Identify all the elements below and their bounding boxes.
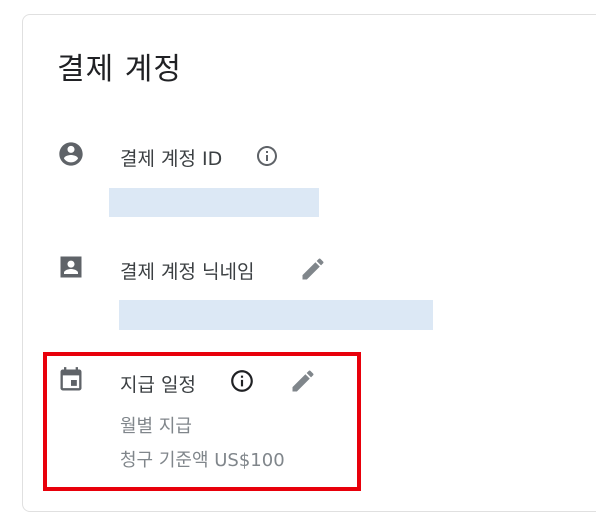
account-circle-icon (57, 140, 85, 168)
account-id-value-redacted (109, 188, 319, 217)
contact-card-icon (57, 253, 85, 281)
account-id-label: 결제 계정 ID (120, 148, 223, 170)
card-title: 결제 계정 (57, 52, 182, 87)
highlight-box (43, 352, 361, 491)
edit-nickname-icon[interactable] (299, 255, 327, 283)
nickname-label: 결제 계정 닉네임 (120, 261, 255, 283)
info-outline-icon[interactable] (255, 144, 279, 168)
nickname-value-redacted (119, 300, 433, 330)
